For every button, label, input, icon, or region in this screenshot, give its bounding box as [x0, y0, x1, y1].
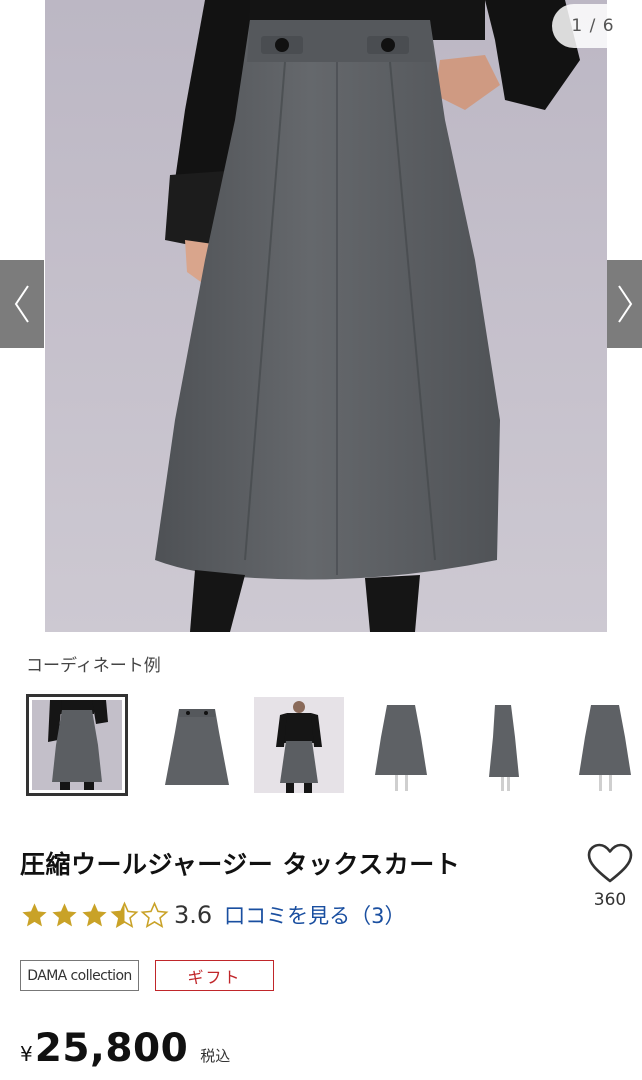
rating-value: 3.6: [174, 901, 213, 929]
thumbnail-skirt-image: [165, 709, 229, 785]
heart-icon: [587, 843, 633, 883]
image-counter: 1 / 6: [552, 4, 634, 48]
star-empty-icon: [140, 900, 169, 928]
star-filled-icon: [52, 902, 77, 926]
thumbnail-2[interactable]: [146, 694, 248, 796]
thumbnail-3[interactable]: [248, 694, 350, 796]
price: ¥ 25,800 税込: [20, 1026, 230, 1071]
next-image-button[interactable]: [607, 260, 642, 348]
thumbnail-outfit-image: [276, 701, 322, 793]
thumbnail-4[interactable]: [350, 694, 452, 796]
star-filled-icon: [82, 902, 107, 926]
main-product-photo[interactable]: [45, 0, 607, 632]
thumbnail-strip: [26, 694, 642, 798]
thumbnail-outfit-image: [48, 700, 108, 790]
thumbnail-1[interactable]: [26, 694, 128, 796]
review-link[interactable]: 口コミを見る（3）: [224, 900, 405, 930]
gift-badge: ギフト: [155, 960, 274, 991]
badge-row: DAMA collection ギフト: [20, 960, 274, 991]
thumbnail-skirt-back-image: [579, 705, 631, 791]
thumbnail-skirt-mannequin-image: [375, 705, 427, 791]
rating-row: 3.6 口コミを見る（3）: [20, 898, 406, 932]
brand-badge[interactable]: DAMA collection: [20, 960, 139, 991]
image-caption: コーディネート例: [26, 656, 161, 676]
price-amount: 25,800: [34, 1026, 189, 1071]
chevron-right-icon: [617, 285, 632, 323]
star-half-icon: [110, 900, 139, 928]
chevron-left-icon: [14, 285, 29, 323]
product-title: 圧縮ウールジャージー タックスカート: [20, 850, 461, 879]
tax-label: 税込: [200, 1047, 231, 1065]
previous-image-button[interactable]: [0, 260, 44, 348]
favorite-count: 360: [593, 890, 627, 910]
star-filled-icon: [22, 902, 47, 926]
thumbnail-skirt-side-image: [489, 705, 519, 791]
price-currency: ¥: [20, 1042, 33, 1066]
star-rating: [20, 900, 170, 930]
thumbnail-5[interactable]: [452, 694, 554, 796]
product-image-gallery: 1 / 6: [0, 0, 642, 632]
thumbnail-6[interactable]: [554, 694, 642, 796]
favorite-button[interactable]: 360: [584, 842, 636, 910]
skirt-outfit-illustration: [155, 0, 580, 632]
